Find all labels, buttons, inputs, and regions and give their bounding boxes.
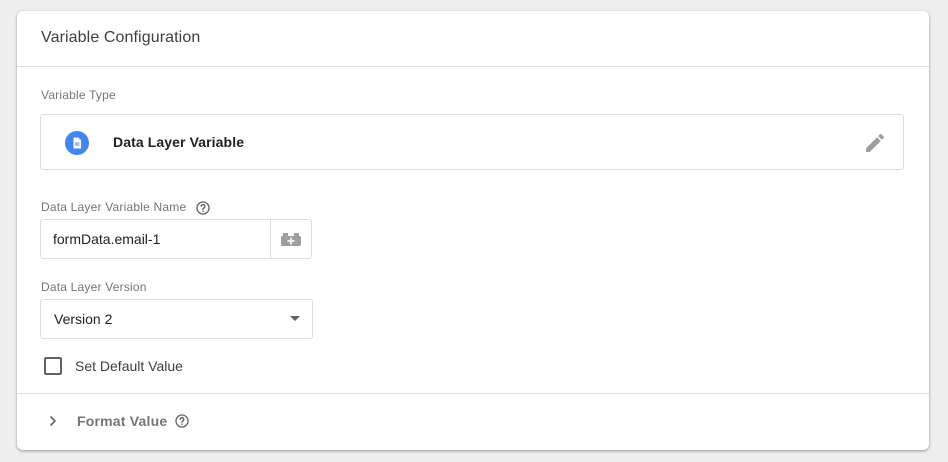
- dropdown-arrow-icon: [290, 316, 300, 321]
- variable-picker-button[interactable]: [270, 220, 311, 258]
- version-select[interactable]: Version 2: [40, 299, 313, 339]
- help-circle-icon[interactable]: [175, 414, 189, 428]
- variable-name-label-row: Data Layer Variable Name: [41, 200, 210, 215]
- variable-configuration-card: Variable Configuration Variable Type Dat…: [17, 11, 929, 450]
- help-circle-icon[interactable]: [196, 201, 210, 215]
- version-select-value: Version 2: [54, 311, 113, 327]
- variable-type-name: Data Layer Variable: [113, 134, 245, 150]
- document-icon: [65, 131, 89, 155]
- format-value-expander[interactable]: Format Value: [45, 411, 189, 431]
- default-value-checkbox[interactable]: [44, 357, 62, 375]
- default-value-label: Set Default Value: [75, 358, 183, 374]
- version-label: Data Layer Version: [41, 280, 147, 294]
- card-header: Variable Configuration: [17, 11, 929, 67]
- section-divider: [17, 393, 929, 394]
- variable-picker-icon: [281, 233, 301, 246]
- variable-name-input[interactable]: [41, 220, 270, 258]
- chevron-right-icon: [50, 416, 56, 426]
- variable-name-label: Data Layer Variable Name: [41, 200, 187, 214]
- variable-type-selector[interactable]: Data Layer Variable: [40, 114, 904, 170]
- format-value-label: Format Value: [77, 413, 168, 429]
- card-title: Variable Configuration: [41, 29, 201, 46]
- pencil-icon[interactable]: [863, 131, 887, 155]
- variable-type-label: Variable Type: [41, 88, 116, 102]
- default-value-toggle[interactable]: Set Default Value: [44, 356, 183, 376]
- variable-name-field: [40, 219, 312, 259]
